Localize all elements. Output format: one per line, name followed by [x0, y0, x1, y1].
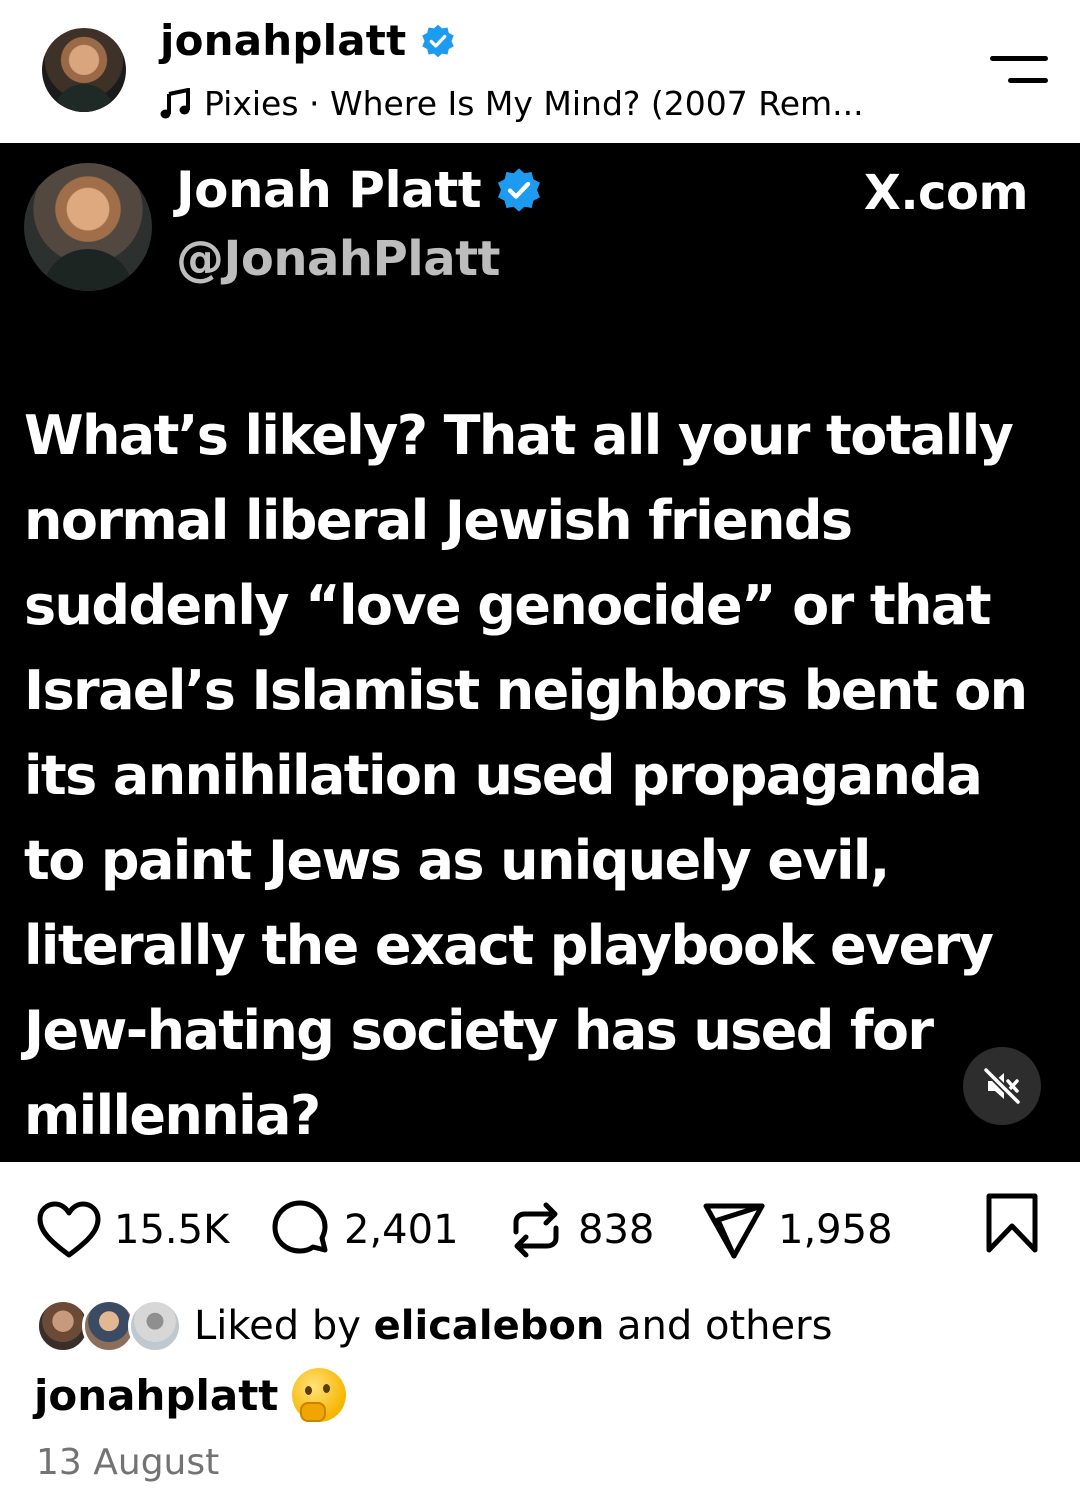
liker-avatar	[128, 1299, 182, 1353]
caption-row: jonahplatt	[34, 1368, 347, 1422]
header-username-row[interactable]: jonahplatt	[160, 16, 456, 65]
liked-by-prefix: Liked by	[194, 1303, 374, 1349]
music-row[interactable]: Pixies · Where Is My Mind? (2007 Rem...	[160, 84, 864, 123]
repost-count: 838	[578, 1207, 655, 1253]
thinking-face-emoji	[292, 1368, 347, 1422]
post-date: 13 August	[36, 1442, 220, 1483]
muted-speaker-icon	[983, 1067, 1021, 1105]
caption-username[interactable]: jonahplatt	[34, 1371, 278, 1420]
repost-icon[interactable]	[506, 1198, 566, 1262]
tweet-text: What’s likely? That all your totally nor…	[24, 393, 1064, 1158]
tweet-handle: @JonahPlatt	[176, 231, 500, 287]
tweet-line: normal liberal Jewish friends	[24, 489, 853, 552]
music-note-icon	[160, 87, 190, 118]
tweet-line: Jew-hating society has used for	[24, 999, 934, 1062]
like-action[interactable]: 15.5K	[36, 1190, 229, 1270]
bookmark-icon[interactable]	[984, 1192, 1040, 1254]
comment-icon[interactable]	[268, 1198, 332, 1262]
tweet-name-row: Jonah Platt	[176, 161, 543, 219]
tweet-line: millennia?	[24, 1084, 321, 1147]
liked-by-row[interactable]: Liked by elicalebon and others	[36, 1296, 832, 1356]
send-icon[interactable]	[702, 1198, 766, 1262]
menu-icon[interactable]	[988, 52, 1048, 88]
header-username[interactable]: jonahplatt	[160, 16, 406, 65]
tweet-line: its annihilation used propaganda	[24, 744, 983, 807]
verified-badge-icon	[498, 168, 541, 212]
tweet-line: What’s likely? That all your totally	[24, 404, 1014, 467]
liked-by-text: Liked by elicalebon and others	[194, 1303, 832, 1349]
profile-avatar[interactable]	[42, 28, 126, 112]
liked-by-user[interactable]: elicalebon	[374, 1303, 605, 1349]
tweet-line: suddenly “love genocide” or that	[24, 574, 992, 637]
tweet-source: X.com	[863, 165, 1029, 221]
tweet-line: literally the exact playbook every	[24, 914, 994, 977]
liked-by-suffix: and others	[604, 1303, 833, 1349]
liker-avatars	[36, 1297, 182, 1355]
tweet-line: to paint Jews as uniquely evil,	[24, 829, 890, 892]
share-action[interactable]: 1,958	[702, 1190, 893, 1270]
heart-icon[interactable]	[36, 1200, 102, 1260]
tweet-line: Israel’s Islamist neighbors bent on	[24, 659, 1028, 722]
tweet-card[interactable]: Jonah Platt @JonahPlatt X.com What’s lik…	[0, 143, 1080, 1162]
comment-count: 2,401	[344, 1207, 459, 1253]
post-header: jonahplatt Pixies · Where Is My Mind? (2…	[0, 0, 1080, 143]
tweet-avatar	[24, 163, 152, 291]
music-track: Pixies · Where Is My Mind? (2007 Rem...	[204, 84, 864, 123]
share-count: 1,958	[778, 1207, 893, 1253]
like-count: 15.5K	[114, 1207, 230, 1253]
repost-action[interactable]: 838	[506, 1190, 654, 1270]
comment-action[interactable]: 2,401	[268, 1190, 459, 1270]
tweet-display-name: Jonah Platt	[176, 161, 482, 219]
verified-badge-icon	[422, 24, 455, 57]
action-bar: 15.5K 2,401 838 1,958	[0, 1190, 1080, 1270]
mute-button[interactable]	[963, 1047, 1041, 1125]
